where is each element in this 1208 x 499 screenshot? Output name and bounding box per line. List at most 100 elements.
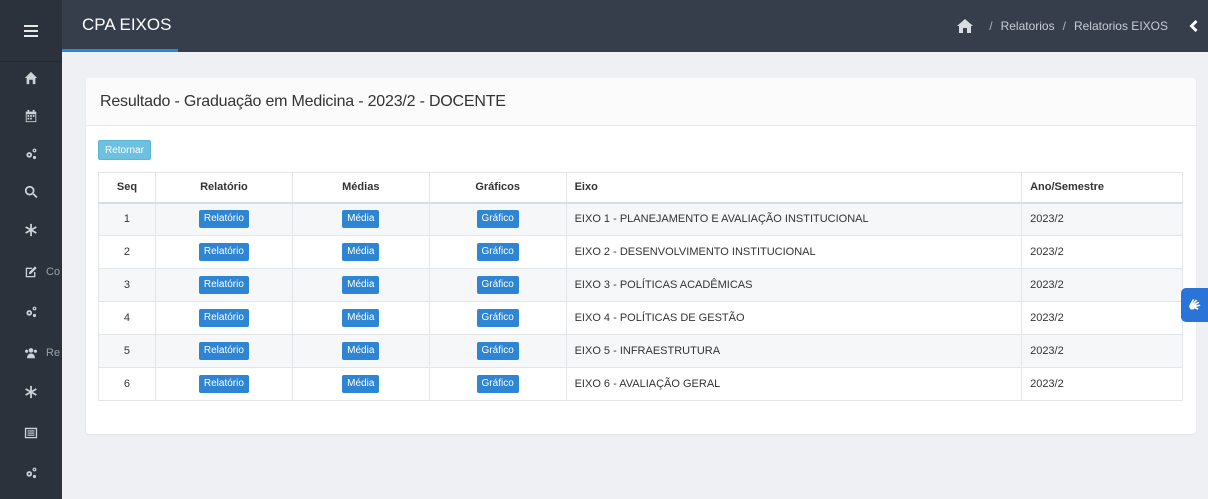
media-button[interactable]: Média [342,309,380,327]
grafico-cell: Gráfico [428,202,567,236]
card-header: Resultado - Graduação em Medicina - 2023… [86,78,1196,126]
column-header-seq: Seq [98,172,156,204]
media-cell: Média [291,334,430,368]
top-bar: CPA EIXOS / Relatorios / Relatorios EIXO… [62,0,1208,52]
home-icon[interactable] [957,19,974,33]
table-row: 6 Relatório Média Gráfico EIXO 6 - AVALI… [98,367,1183,401]
sidebar-item-calendar[interactable] [0,96,62,136]
grafico-button[interactable]: Gráfico [476,309,519,327]
chevron-left-icon[interactable] [1186,19,1200,33]
row-ano-semestre: 2023/2 [1021,301,1183,335]
table-row: 2 Relatório Média Gráfico EIXO 2 - DESEN… [98,235,1183,269]
row-eixo: EIXO 1 - PLANEJAMENTO E AVALIAÇÃO INSTIT… [565,202,1023,236]
breadcrumb-item-relatorios[interactable]: Relatorios [1001,19,1055,33]
grafico-button[interactable]: Gráfico [476,243,519,261]
menu-toggle[interactable] [0,0,62,62]
grafico-cell: Gráfico [428,367,567,401]
relatorio-button[interactable]: Relatório [198,243,249,261]
active-tab-indicator [62,49,178,52]
grafico-button[interactable]: Gráfico [476,375,519,393]
row-eixo: EIXO 5 - INFRAESTRUTURA [565,334,1023,368]
sidebar-item-search[interactable] [0,172,62,212]
sidebar-item-asterisk-1[interactable] [0,210,62,250]
grafico-button[interactable]: Gráfico [476,276,519,294]
sidebar: Co Re [0,0,62,499]
grafico-cell: Gráfico [428,301,567,335]
return-button[interactable]: Retornar [98,140,151,160]
list-icon [24,427,38,439]
users-icon [25,348,37,359]
search-icon [24,185,38,199]
table-header-row: Seq Relatório Médias Gráficos Eixo Ano/S… [98,172,1183,204]
relatorio-button[interactable]: Relatório [198,375,249,393]
row-seq: 3 [98,268,156,302]
table-row: 3 Relatório Média Gráfico EIXO 3 - POLÍT… [98,268,1183,302]
column-header-relatorio: Relatório [154,172,293,204]
relatorio-button[interactable]: Relatório [198,276,249,294]
edit-icon [25,266,37,278]
relatorio-cell: Relatório [154,367,293,401]
breadcrumb-separator: / [1062,19,1066,33]
sidebar-item-settings-3[interactable] [0,453,62,493]
row-seq: 4 [98,301,156,335]
sidebar-item-edit[interactable]: Co [0,252,62,292]
media-cell: Média [291,367,430,401]
relatorio-cell: Relatório [154,268,293,302]
asterisk-icon [25,385,37,399]
row-ano-semestre: 2023/2 [1021,268,1183,302]
row-ano-semestre: 2023/2 [1021,202,1183,236]
breadcrumb-item-relatorios-eixos[interactable]: Relatorios EIXOS [1074,19,1168,33]
table-row: 4 Relatório Média Gráfico EIXO 4 - POLÍT… [98,301,1183,335]
media-cell: Média [291,301,430,335]
sidebar-item-home[interactable] [0,58,62,98]
media-button[interactable]: Média [342,375,380,393]
relatorio-cell: Relatório [154,235,293,269]
column-header-eixo: Eixo [565,172,1023,204]
relatorio-button[interactable]: Relatório [198,309,249,327]
media-button[interactable]: Média [342,243,380,261]
content-card: Resultado - Graduação em Medicina - 2023… [86,78,1196,434]
sidebar-item-list[interactable] [0,413,62,453]
grafico-cell: Gráfico [428,334,567,368]
row-ano-semestre: 2023/2 [1021,235,1183,269]
breadcrumb-separator: / [989,19,993,33]
column-header-ano-semestre: Ano/Semestre [1021,172,1183,204]
app-title: CPA EIXOS [82,15,172,34]
row-seq: 5 [98,334,156,368]
calendar-icon [25,109,37,123]
sidebar-item-label: Re [46,347,61,359]
sidebar-item-asterisk-2[interactable] [0,372,62,412]
grafico-button[interactable]: Gráfico [476,210,519,229]
column-header-graficos: Gráficos [428,172,567,204]
sidebar-item-settings-2[interactable] [0,292,62,332]
table-row: 5 Relatório Média Gráfico EIXO 5 - INFRA… [98,334,1183,368]
sidebar-item-users[interactable]: Re [0,333,62,373]
media-button[interactable]: Média [342,276,380,294]
row-seq: 2 [98,235,156,269]
grafico-cell: Gráfico [428,235,567,269]
row-eixo: EIXO 4 - POLÍTICAS DE GESTÃO [565,301,1023,335]
row-seq: 1 [98,202,156,236]
table-row: 1 Relatório Média Gráfico EIXO 1 - PLANE… [98,202,1183,236]
relatorio-button[interactable]: Relatório [198,342,249,360]
grafico-button[interactable]: Gráfico [476,342,519,360]
relatorio-cell: Relatório [154,334,293,368]
media-button[interactable]: Média [342,342,380,360]
column-header-medias: Médias [291,172,430,204]
home-icon [24,71,38,85]
relatorio-button[interactable]: Relatório [198,210,249,229]
media-cell: Média [291,235,430,269]
gears-icon [26,306,37,318]
media-button[interactable]: Média [342,210,380,229]
media-cell: Média [291,202,430,236]
sign-language-icon [1188,299,1200,310]
row-eixo: EIXO 2 - DESENVOLVIMENTO INSTITUCIONAL [565,235,1023,269]
row-eixo: EIXO 3 - POLÍTICAS ACADÊMICAS [565,268,1023,302]
row-eixo: EIXO 6 - AVALIAÇÃO GERAL [565,367,1023,401]
relatorio-cell: Relatório [154,202,293,236]
sidebar-item-settings-1[interactable] [0,134,62,174]
gears-icon [26,467,37,479]
accessibility-widget-button[interactable] [1181,288,1208,322]
hamburger-icon [24,24,38,37]
row-ano-semestre: 2023/2 [1021,334,1183,368]
